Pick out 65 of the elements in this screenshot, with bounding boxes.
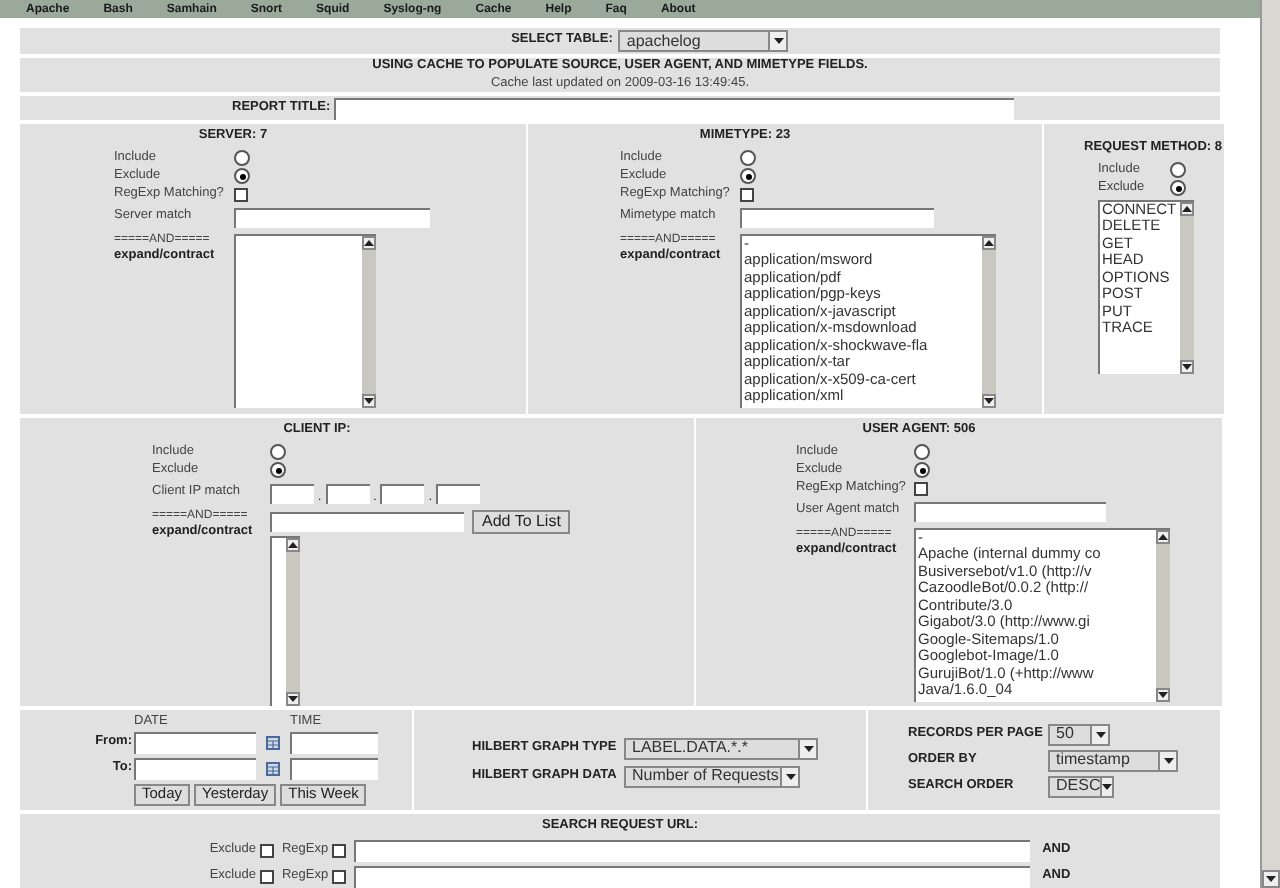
checkbox[interactable] bbox=[259, 843, 274, 857]
dropdown[interactable]: 50 bbox=[1048, 723, 1110, 745]
dropdown[interactable]: apachelog bbox=[618, 30, 789, 52]
input-field[interactable] bbox=[270, 483, 314, 503]
radio-button[interactable] bbox=[1170, 162, 1186, 178]
up-arrow-icon bbox=[288, 541, 298, 547]
checkbox[interactable] bbox=[914, 481, 928, 495]
calendar-icon[interactable] bbox=[266, 761, 280, 775]
scrollbar[interactable] bbox=[362, 235, 376, 407]
radio-button[interactable] bbox=[270, 462, 286, 478]
scrollbar[interactable] bbox=[1180, 201, 1194, 373]
radio-button[interactable] bbox=[740, 168, 756, 184]
down-arrow-icon bbox=[288, 695, 298, 701]
checkbox[interactable] bbox=[259, 869, 274, 883]
radio-button[interactable] bbox=[234, 168, 250, 184]
down-arrow-icon bbox=[773, 38, 784, 44]
radio-button[interactable] bbox=[914, 444, 930, 460]
input-field[interactable] bbox=[914, 501, 1106, 521]
input-field[interactable] bbox=[325, 483, 370, 503]
checkbox[interactable] bbox=[332, 869, 347, 883]
input-field[interactable] bbox=[334, 97, 1015, 119]
scrollbar[interactable] bbox=[1156, 529, 1170, 701]
input-field[interactable] bbox=[354, 865, 1031, 887]
list-box[interactable] bbox=[914, 527, 1170, 701]
down-arrow-icon bbox=[364, 397, 374, 403]
input-field[interactable] bbox=[290, 757, 378, 779]
radio-button[interactable] bbox=[1170, 180, 1186, 196]
down-arrow-icon bbox=[1182, 363, 1192, 369]
checkbox[interactable] bbox=[740, 187, 754, 201]
down-arrow-icon bbox=[984, 397, 994, 403]
scrollbar[interactable] bbox=[286, 537, 300, 705]
dropdown[interactable]: Number of Requests bbox=[624, 765, 800, 787]
input-field[interactable] bbox=[380, 483, 425, 503]
dropdown[interactable]: LABEL.DATA.*.* bbox=[624, 737, 818, 759]
radio-button[interactable] bbox=[740, 150, 756, 166]
input-field[interactable] bbox=[134, 757, 256, 779]
page-scrollbar[interactable] bbox=[1260, 0, 1280, 888]
dropdown[interactable]: DESC bbox=[1048, 775, 1114, 797]
checkbox[interactable] bbox=[332, 843, 347, 857]
down-arrow-icon bbox=[803, 745, 813, 751]
up-arrow-icon bbox=[364, 239, 374, 245]
radio-button[interactable] bbox=[234, 150, 250, 166]
input-field[interactable] bbox=[270, 511, 464, 531]
up-arrow-icon bbox=[984, 239, 994, 245]
radio-button[interactable] bbox=[914, 462, 930, 478]
up-arrow-icon bbox=[1158, 533, 1168, 539]
down-arrow-icon bbox=[1095, 731, 1105, 737]
checkbox[interactable] bbox=[234, 187, 248, 201]
input-field[interactable] bbox=[436, 483, 481, 503]
down-arrow-icon bbox=[785, 773, 795, 779]
input-field[interactable] bbox=[234, 207, 430, 227]
dropdown[interactable]: timestamp bbox=[1048, 749, 1178, 771]
input-field[interactable] bbox=[740, 207, 934, 227]
down-arrow-icon bbox=[1102, 783, 1113, 789]
input-field[interactable] bbox=[354, 839, 1031, 861]
down-arrow-icon bbox=[1266, 876, 1276, 882]
up-arrow-icon bbox=[1182, 205, 1192, 211]
down-arrow-icon bbox=[1158, 691, 1168, 697]
add-to-list-button[interactable]: Add To List bbox=[472, 509, 571, 533]
down-arrow-icon bbox=[1163, 757, 1173, 763]
input-field[interactable] bbox=[134, 731, 256, 753]
radio-button[interactable] bbox=[270, 444, 286, 460]
calendar-icon[interactable] bbox=[266, 735, 280, 749]
scrollbar[interactable] bbox=[982, 235, 996, 407]
input-field[interactable] bbox=[290, 731, 378, 753]
